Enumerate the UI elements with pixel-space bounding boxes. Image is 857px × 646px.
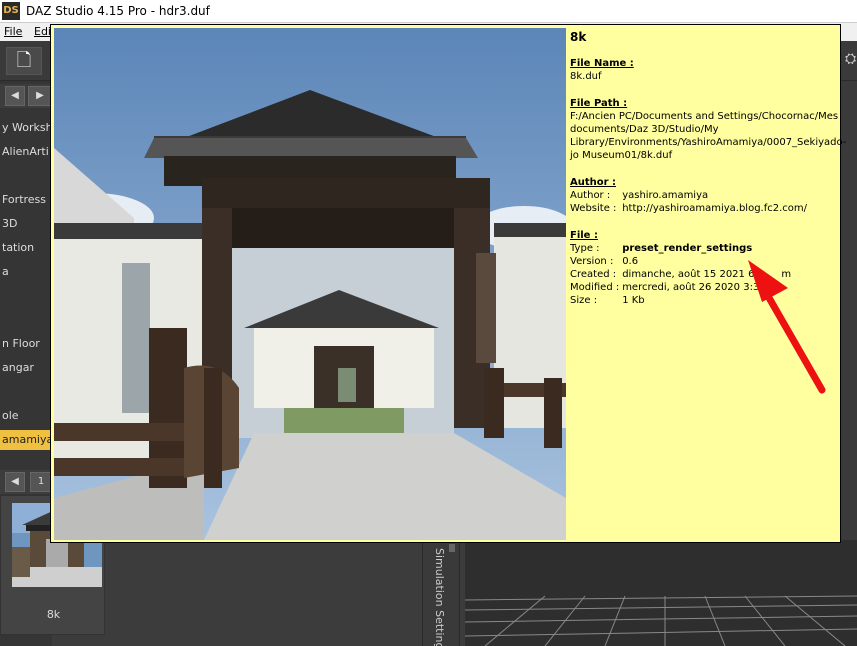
asset-thumbnail-label: 8k bbox=[46, 608, 61, 621]
author-header: Author : bbox=[570, 177, 617, 188]
website-row: Website : http://yashiroamamiya.blog.fc2… bbox=[570, 202, 840, 215]
library-nav-row: ◀ ▶ bbox=[0, 84, 52, 108]
website-label: Website : bbox=[570, 203, 617, 214]
library-item[interactable]: a bbox=[0, 262, 52, 282]
type-value: preset_render_settings bbox=[622, 243, 753, 254]
library-item-selected[interactable]: amamiya bbox=[0, 430, 52, 450]
file-path-line: F:/Ancien PC/Documents and Settings/Choc… bbox=[570, 111, 839, 122]
simulation-settings-label: Simulation Settings bbox=[433, 548, 446, 646]
size-value: 1 Kb bbox=[622, 295, 645, 306]
library-item[interactable]: 3D bbox=[0, 214, 52, 234]
3d-viewport[interactable] bbox=[465, 540, 857, 646]
asset-info-tooltip: 8k File Name : 8k.duf File Path : F:/Anc… bbox=[50, 24, 847, 543]
file-path-line: Library/Environments/YashiroAmamiya/0007… bbox=[570, 137, 847, 148]
library-item[interactable]: ole bbox=[0, 406, 52, 426]
created-value: dimanche, août 15 2021 6:3 bbox=[622, 269, 765, 280]
version-value: 0.6 bbox=[622, 256, 639, 267]
back-arrow-icon[interactable]: ◀ bbox=[5, 86, 25, 106]
viewport-side-bar bbox=[840, 81, 857, 540]
created-value-tail: m bbox=[781, 269, 792, 280]
modified-row: Modified : mercredi, août 26 2020 3:31 p bbox=[570, 281, 840, 294]
type-label: Type : bbox=[570, 243, 600, 254]
asset-name: 8k bbox=[570, 30, 587, 44]
simulation-settings-tab[interactable]: Simulation Settings bbox=[422, 540, 460, 646]
library-item[interactable]: n Floor bbox=[0, 334, 52, 354]
menu-file[interactable]: File bbox=[4, 25, 22, 38]
library-item[interactable]: y Worksh bbox=[0, 118, 52, 138]
tab-grip-icon bbox=[449, 544, 455, 552]
version-row: Version : 0.6 bbox=[570, 255, 840, 268]
viewport-grid bbox=[465, 595, 857, 646]
file-path-line: jo Museum01/8k.duf bbox=[570, 150, 673, 161]
scene-icon[interactable]: ⛭ bbox=[845, 51, 856, 67]
menu-edit[interactable]: Edi bbox=[34, 25, 51, 38]
created-label: Created : bbox=[570, 269, 617, 280]
website-value: http://yashiroamamiya.blog.fc2.com/ bbox=[622, 203, 808, 214]
file-path-header: File Path : bbox=[570, 98, 628, 109]
title-bar: DS DAZ Studio 4.15 Pro - hdr3.duf bbox=[0, 0, 857, 23]
file-name-value: 8k.duf bbox=[570, 71, 602, 82]
page-number[interactable]: 1 bbox=[30, 472, 52, 492]
daz-app-icon: DS bbox=[2, 2, 20, 20]
asset-preview-image bbox=[54, 28, 566, 540]
forward-arrow-icon[interactable]: ▶ bbox=[28, 86, 52, 106]
new-document-icon[interactable]: 🗋 bbox=[6, 47, 42, 75]
file-name-header: File Name : bbox=[570, 58, 634, 69]
type-row: Type : preset_render_settings bbox=[570, 242, 840, 255]
size-label: Size : bbox=[570, 295, 598, 306]
window-title: DAZ Studio 4.15 Pro - hdr3.duf bbox=[26, 4, 210, 18]
file-path-line: documents/Daz 3D/Studio/My bbox=[570, 124, 719, 135]
library-item[interactable]: tation bbox=[0, 238, 52, 258]
modified-label: Modified : bbox=[570, 282, 620, 293]
file-header: File : bbox=[570, 230, 598, 241]
asset-info-panel: 8k File Name : 8k.duf File Path : F:/Anc… bbox=[570, 29, 847, 307]
created-row: Created : dimanche, août 15 2021 6:3 m bbox=[570, 268, 840, 281]
library-item[interactable]: Fortress bbox=[0, 190, 52, 210]
version-label: Version : bbox=[570, 256, 614, 267]
size-row: Size : 1 Kb bbox=[570, 294, 840, 307]
library-item[interactable]: AlienArti bbox=[0, 142, 52, 162]
previous-page-icon[interactable]: ◀ bbox=[5, 472, 25, 492]
author-label: Author : bbox=[570, 190, 611, 201]
results-nav-row: ◀ 1 bbox=[0, 470, 52, 494]
author-value: yashiro.amamiya bbox=[622, 190, 709, 201]
modified-value: mercredi, août 26 2020 3:31 p bbox=[622, 282, 776, 293]
library-item[interactable]: angar bbox=[0, 358, 52, 378]
author-row: Author : yashiro.amamiya bbox=[570, 189, 840, 202]
